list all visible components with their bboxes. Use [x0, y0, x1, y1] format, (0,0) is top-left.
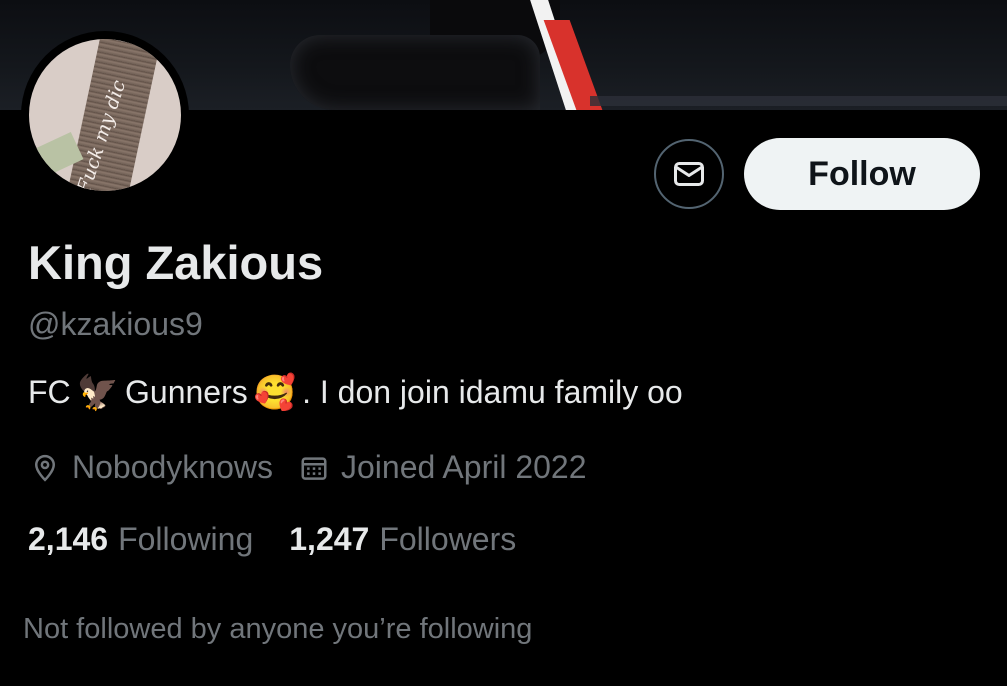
location-text: Nobodyknows — [72, 449, 273, 485]
eagle-emoji: 🦅 — [76, 373, 119, 412]
following-label: Following — [118, 521, 254, 557]
profile-stats: 2,146 Following 1,247 Followers — [28, 521, 516, 558]
joined-text: Joined April 2022 — [341, 449, 587, 485]
follow-button[interactable]: Follow — [744, 138, 980, 210]
followers-link[interactable]: 1,247 Followers — [289, 521, 516, 558]
followers-count: 1,247 — [289, 521, 370, 557]
followers-label: Followers — [379, 521, 517, 557]
profile-avatar[interactable]: Fuck my dic — [21, 31, 189, 199]
location-pin-icon — [34, 454, 56, 482]
bio-text-2: Gunners — [125, 374, 248, 410]
location-item: Nobodyknows — [30, 449, 273, 486]
bio-text-1: FC — [28, 374, 71, 410]
calendar-icon — [301, 456, 327, 480]
banner-rail — [590, 96, 1007, 106]
profile-bio: FC 🦅 Gunners 🥰 . I don join idamu family… — [28, 374, 683, 411]
followed-by-note: Not followed by anyone you’re following — [23, 613, 533, 645]
profile-meta: Nobodyknows Joined April 2022 — [30, 449, 587, 486]
envelope-icon — [674, 162, 704, 186]
message-button[interactable] — [654, 139, 724, 209]
display-name: King Zakious — [28, 236, 324, 289]
joined-item: Joined April 2022 — [299, 449, 587, 486]
user-handle: @kzakious9 — [28, 306, 203, 342]
smiling-hearts-emoji: 🥰 — [253, 373, 297, 412]
following-count: 2,146 — [28, 521, 109, 557]
banner-glove-shape — [290, 35, 540, 110]
following-link[interactable]: 2,146 Following — [28, 521, 253, 558]
avatar-image: Fuck my dic — [29, 39, 181, 191]
bio-text-3: . I don join idamu family oo — [302, 374, 683, 410]
